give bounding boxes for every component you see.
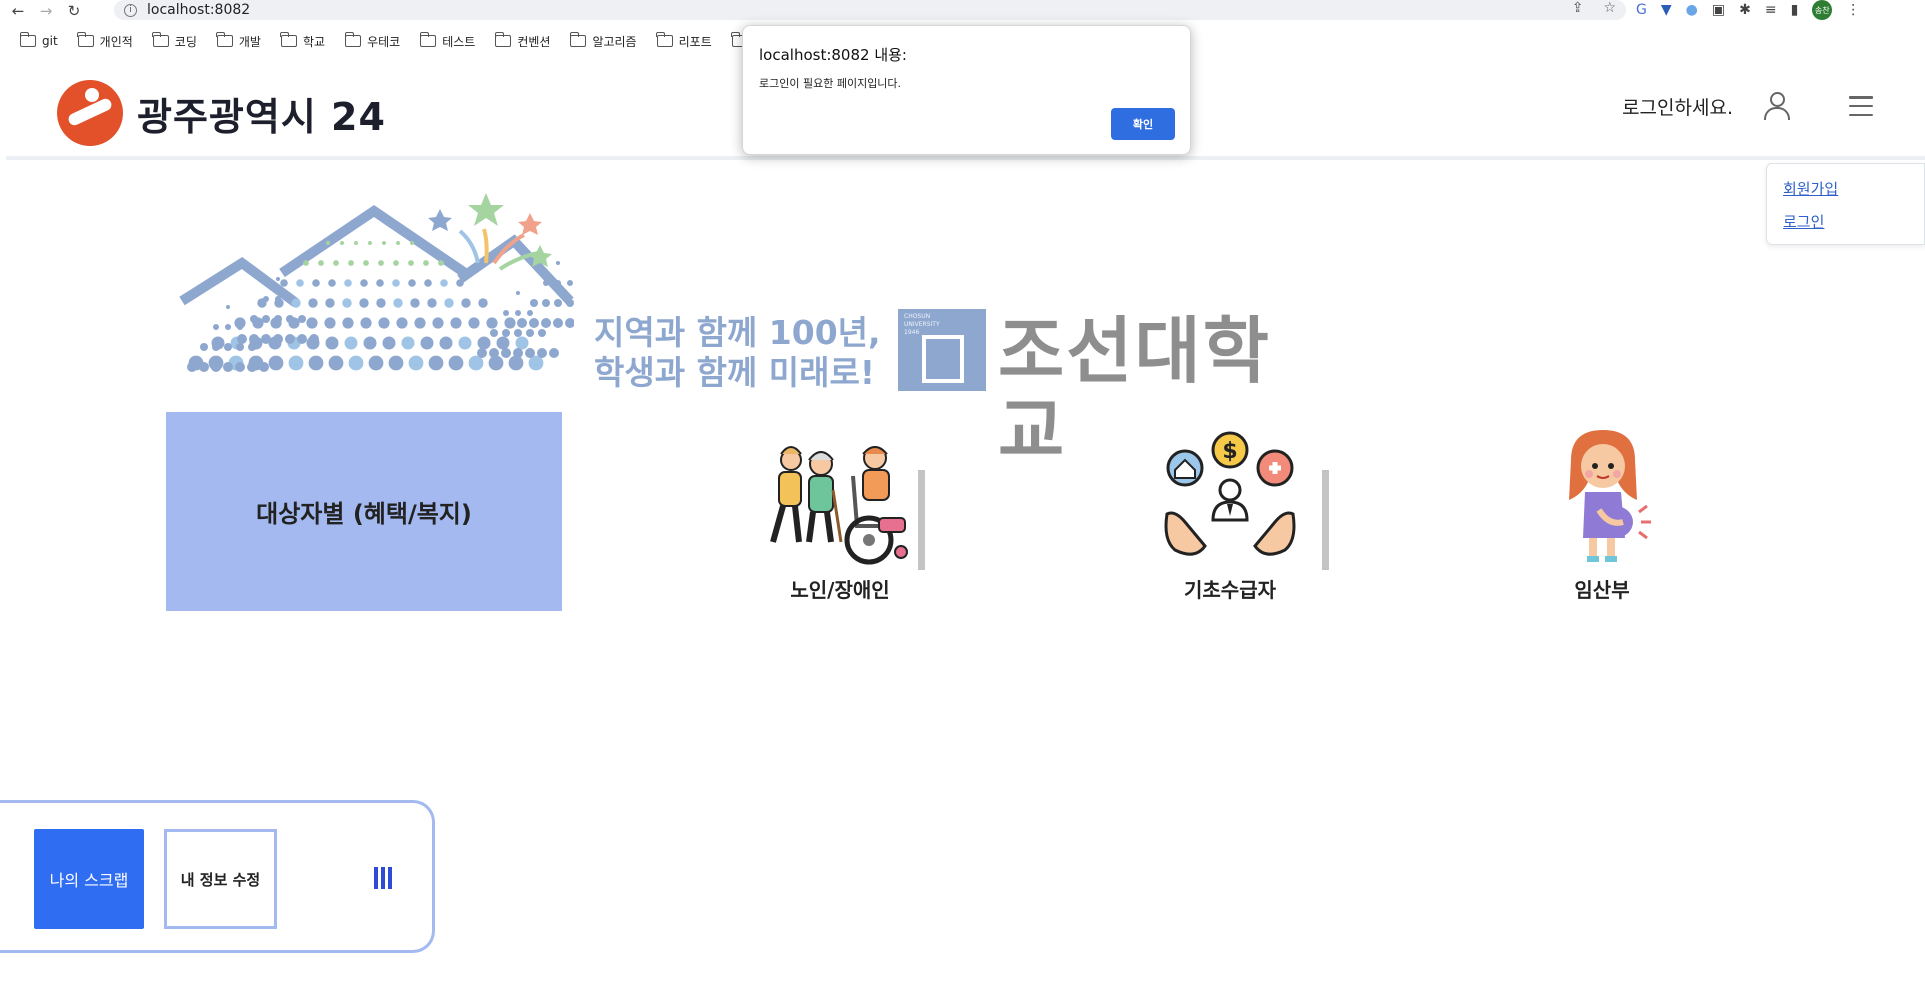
bookmark-star-icon[interactable]: ☆ xyxy=(1603,0,1616,16)
basic-recipient-icon: $ xyxy=(1164,431,1296,556)
side-panel-icon[interactable]: ▮ xyxy=(1791,2,1799,18)
bookmark-label: 우테코 xyxy=(367,34,401,49)
bookmark-label: 개발 xyxy=(238,34,261,49)
banner-slogan: 지역과 함께 100년, 학생과 함께 미래로! xyxy=(594,313,881,393)
bookmark-folder[interactable]: 개인적 xyxy=(77,32,133,50)
category-main-tab[interactable]: 대상자별 (혜택/복지) xyxy=(166,412,562,611)
bookmark-label: git xyxy=(42,34,58,48)
roofs-dots-illustration xyxy=(179,193,574,372)
alert-ok-button[interactable]: 확인 xyxy=(1111,108,1175,140)
category-row: 대상자별 (혜택/복지) 노인/장애인 $ 기초수급자 임산부 xyxy=(166,412,1651,611)
logo-text: 광주광역시 24 xyxy=(137,94,386,139)
bookmark-label: 리포트 xyxy=(678,34,712,49)
folder-icon xyxy=(77,32,94,47)
bookmark-label: 알고리즘 xyxy=(592,34,637,49)
quick-menu-panel: 나의 스크랩 내 정보 수정 xyxy=(0,800,435,953)
folder-icon xyxy=(569,32,587,47)
category-pregnant[interactable]: 임산부 xyxy=(1502,412,1702,611)
reading-list-icon[interactable]: ≡ xyxy=(1765,2,1777,18)
category-divider xyxy=(1322,470,1329,570)
browser-toolbar: ← → ↻ i localhost:8082 ⇪ ☆ G ▼ ● ▣ ✱ ≡ ▮… xyxy=(0,0,1925,22)
user-dropdown: 회원가입 로그인 xyxy=(1766,163,1925,245)
my-scrap-button[interactable]: 나의 스크랩 xyxy=(34,829,144,929)
profile-avatar[interactable]: 송찬 xyxy=(1812,0,1833,20)
address-text: localhost:8082 xyxy=(147,2,251,18)
category-label: 임산부 xyxy=(1574,578,1630,602)
bookmark-folder[interactable]: 컨벤션 xyxy=(494,32,551,50)
bookmark-label: 컨벤션 xyxy=(517,34,551,49)
category-label: 기초수급자 xyxy=(1184,578,1276,602)
kebab-menu-icon[interactable]: ⋮ xyxy=(1846,2,1860,18)
folder-icon xyxy=(152,32,169,47)
reload-icon[interactable]: ↻ xyxy=(64,1,84,21)
bookmark-folder[interactable]: 코딩 xyxy=(152,32,197,50)
alert-message: 로그인이 필요한 페이지입니다. xyxy=(759,77,902,90)
slogan-line-2: 학생과 함께 미래로! xyxy=(594,353,875,392)
folder-icon xyxy=(216,32,233,47)
image-extension-icon[interactable]: ▣ xyxy=(1712,2,1725,18)
edit-profile-button[interactable]: 내 정보 수정 xyxy=(164,829,277,929)
hamburger-menu-icon[interactable] xyxy=(1849,96,1873,116)
category-elderly-disabled[interactable]: 노인/장애인 xyxy=(740,412,940,611)
share-icon[interactable]: ⇪ xyxy=(1572,0,1584,16)
folder-icon xyxy=(419,32,437,47)
folder-icon xyxy=(280,32,297,47)
logo-emblem-icon xyxy=(57,80,123,146)
site-logo[interactable]: 광주광역시 24 xyxy=(57,80,386,146)
bookmark-label: 개인적 xyxy=(99,34,133,49)
site-info-icon[interactable]: i xyxy=(124,3,137,17)
bookmark-folder[interactable]: 테스트 xyxy=(419,32,476,50)
puzzle-icon[interactable]: ✱ xyxy=(1739,2,1751,18)
svg-text:$: $ xyxy=(1222,439,1237,464)
bookmark-label: 테스트 xyxy=(442,34,476,49)
folder-icon xyxy=(494,32,512,47)
signup-link[interactable]: 회원가입 xyxy=(1783,178,1924,199)
folder-icon xyxy=(344,32,362,47)
user-icon[interactable] xyxy=(1763,92,1790,120)
pregnant-icon xyxy=(1569,430,1651,562)
folder-icon xyxy=(19,32,36,47)
bookmark-label: 코딩 xyxy=(174,34,197,49)
extensions-bar: G ▼ ● ▣ ✱ ≡ ▮ 송찬 ⋮ xyxy=(1636,0,1860,20)
seal-caption: CHOSUN UNIVERSITY 1946 xyxy=(904,313,940,336)
bookmark-label: 학교 xyxy=(302,34,326,49)
bookmark-folder[interactable]: 우테코 xyxy=(344,32,401,50)
university-banner: 지역과 함께 100년, 학생과 함께 미래로! CHOSUN UNIVERSI… xyxy=(178,183,1328,471)
back-icon[interactable]: ← xyxy=(8,1,28,21)
category-label: 노인/장애인 xyxy=(790,578,890,602)
category-divider xyxy=(918,470,925,570)
bookmark-folder[interactable]: 학교 xyxy=(280,32,326,50)
vue-extension-icon[interactable]: ▼ xyxy=(1661,2,1672,18)
address-bar[interactable]: i localhost:8082 ⇪ ☆ xyxy=(114,0,1626,20)
alert-title: localhost:8082 내용: xyxy=(759,46,907,64)
university-seal-icon: CHOSUN UNIVERSITY 1946 xyxy=(898,309,986,391)
category-basic-recipient[interactable]: $ 기초수급자 xyxy=(1130,412,1330,611)
alert-dialog: localhost:8082 내용: 로그인이 필요한 페이지입니다. 확인 xyxy=(742,25,1191,155)
bookmark-folder[interactable]: git xyxy=(19,32,58,48)
extension-icon[interactable]: ● xyxy=(1686,2,1698,18)
bookmarks-bar: git개인적코딩개발학교우테코테스트컨벤션알고리즘리포트연구 xyxy=(0,30,776,52)
bookmark-folder[interactable]: 알고리즘 xyxy=(569,32,637,50)
translate-extension-icon[interactable]: G xyxy=(1636,2,1647,18)
slogan-line-1: 지역과 함께 100년, xyxy=(594,313,881,352)
login-prompt[interactable]: 로그인하세요. xyxy=(1622,93,1733,120)
login-link[interactable]: 로그인 xyxy=(1783,211,1924,232)
elderly-disabled-icon xyxy=(770,446,908,565)
toggle-panel-icon[interactable] xyxy=(374,867,392,889)
bookmark-folder[interactable]: 개발 xyxy=(216,32,261,50)
bookmark-folder[interactable]: 리포트 xyxy=(656,32,712,50)
forward-icon[interactable]: → xyxy=(36,1,56,21)
folder-icon xyxy=(656,32,673,47)
